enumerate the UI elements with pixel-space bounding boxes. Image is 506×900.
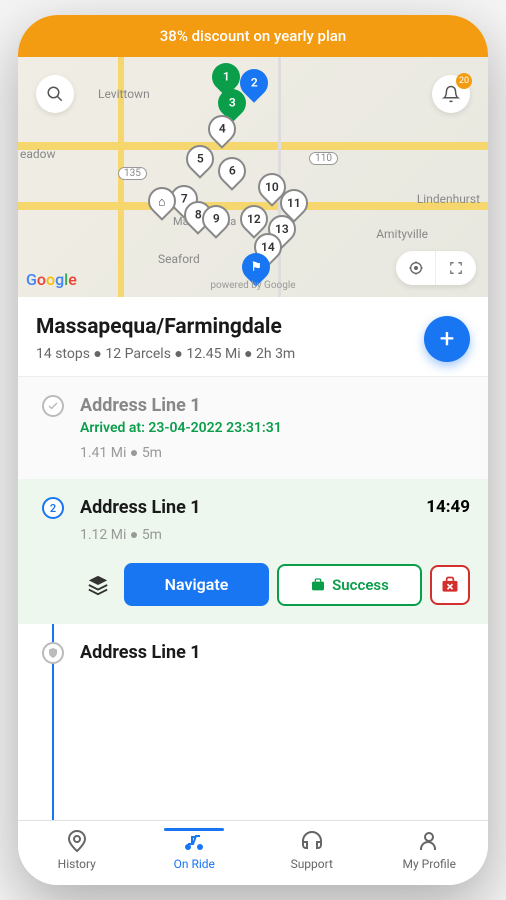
stop-address: Address Line 1 bbox=[80, 497, 470, 518]
fullscreen-button[interactable] bbox=[436, 251, 476, 285]
layers-button[interactable] bbox=[80, 567, 116, 603]
route-header: Massapequa/Farmingdale 14 stops ● 12 Par… bbox=[18, 297, 488, 377]
crosshair-icon bbox=[408, 260, 424, 276]
fail-button[interactable] bbox=[430, 565, 470, 605]
stop-item-completed[interactable]: Address Line 1 Arrived at: 23-04-2022 23… bbox=[18, 377, 488, 479]
stop-distance: 1.12 Mi ● 5m bbox=[80, 526, 470, 543]
bell-icon bbox=[442, 85, 460, 103]
map-road bbox=[18, 142, 488, 150]
map-place-label: Amityville bbox=[376, 227, 428, 241]
layers-icon bbox=[87, 574, 109, 596]
map-pin-home[interactable]: ⌂ bbox=[148, 187, 176, 223]
headset-icon bbox=[300, 829, 324, 853]
discount-banner[interactable]: 38% discount on yearly plan bbox=[18, 15, 488, 57]
profile-icon bbox=[417, 829, 441, 853]
notification-badge: 20 bbox=[456, 73, 472, 89]
nav-active-indicator bbox=[164, 828, 224, 831]
stop-address: Address Line 1 bbox=[80, 642, 470, 663]
map[interactable]: Levittown eadow Seaford Lindenhurst Amit… bbox=[18, 57, 488, 297]
stop-marker-shield bbox=[42, 642, 64, 664]
search-icon bbox=[46, 85, 64, 103]
nav-support[interactable]: Support bbox=[253, 829, 371, 871]
stop-item-active[interactable]: 2 14:49 Address Line 1 1.12 Mi ● 5m Navi… bbox=[18, 479, 488, 624]
notifications-button[interactable]: 20 bbox=[432, 75, 470, 113]
package-fail-icon bbox=[440, 575, 460, 595]
map-route-badge: 135 bbox=[118, 167, 147, 180]
nav-label: My Profile bbox=[403, 857, 456, 871]
bottom-nav: History On Ride Support My Profile bbox=[18, 820, 488, 885]
map-search-button[interactable] bbox=[36, 75, 74, 113]
map-place-label: eadow bbox=[20, 147, 56, 161]
expand-icon bbox=[449, 261, 463, 275]
stop-marker-number: 2 bbox=[42, 497, 64, 519]
navigate-button[interactable]: Navigate bbox=[124, 563, 269, 606]
shield-icon bbox=[47, 647, 59, 659]
powered-by-label: powered by Google bbox=[210, 280, 295, 291]
stop-marker-check bbox=[42, 395, 64, 417]
stop-arrived-time: Arrived at: 23-04-2022 23:31:31 bbox=[80, 420, 470, 436]
check-icon bbox=[47, 400, 59, 412]
route-meta: 14 stops ● 12 Parcels ● 12.45 Mi ● 2h 3m bbox=[36, 345, 295, 362]
route-title: Massapequa/Farmingdale bbox=[36, 315, 295, 339]
stop-distance: 1.41 Mi ● 5m bbox=[80, 444, 470, 461]
nav-label: History bbox=[58, 857, 96, 871]
nav-on-ride[interactable]: On Ride bbox=[136, 829, 254, 871]
scooter-icon bbox=[182, 829, 206, 853]
stop-item[interactable]: Address Line 1 bbox=[18, 624, 488, 685]
plus-icon: + bbox=[440, 324, 455, 354]
app-screen: 38% discount on yearly plan Levittown ea… bbox=[18, 15, 488, 885]
map-pin-6[interactable]: 6 bbox=[218, 157, 246, 193]
stops-list[interactable]: Address Line 1 Arrived at: 23-04-2022 23… bbox=[18, 377, 488, 820]
nav-history[interactable]: History bbox=[18, 829, 136, 871]
history-icon bbox=[65, 829, 89, 853]
nav-profile[interactable]: My Profile bbox=[371, 829, 489, 871]
package-icon bbox=[310, 577, 326, 593]
map-pin-9[interactable]: 9 bbox=[202, 205, 230, 241]
map-pin-5[interactable]: 5 bbox=[186, 145, 214, 181]
google-logo: Google bbox=[26, 270, 77, 289]
stop-address: Address Line 1 bbox=[80, 395, 470, 416]
add-stop-button[interactable]: + bbox=[424, 316, 470, 362]
locate-button[interactable] bbox=[396, 251, 436, 285]
map-route-badge: 110 bbox=[309, 152, 338, 165]
nav-label: On Ride bbox=[174, 857, 215, 871]
stop-actions: Navigate Success bbox=[80, 563, 470, 606]
success-button[interactable]: Success bbox=[277, 564, 422, 606]
map-place-label: Seaford bbox=[158, 252, 200, 266]
map-place-label: Levittown bbox=[98, 87, 150, 101]
stop-eta: 14:49 bbox=[426, 497, 470, 517]
map-place-label: Lindenhurst bbox=[417, 192, 480, 206]
map-controls bbox=[396, 251, 476, 285]
nav-label: Support bbox=[291, 857, 333, 871]
